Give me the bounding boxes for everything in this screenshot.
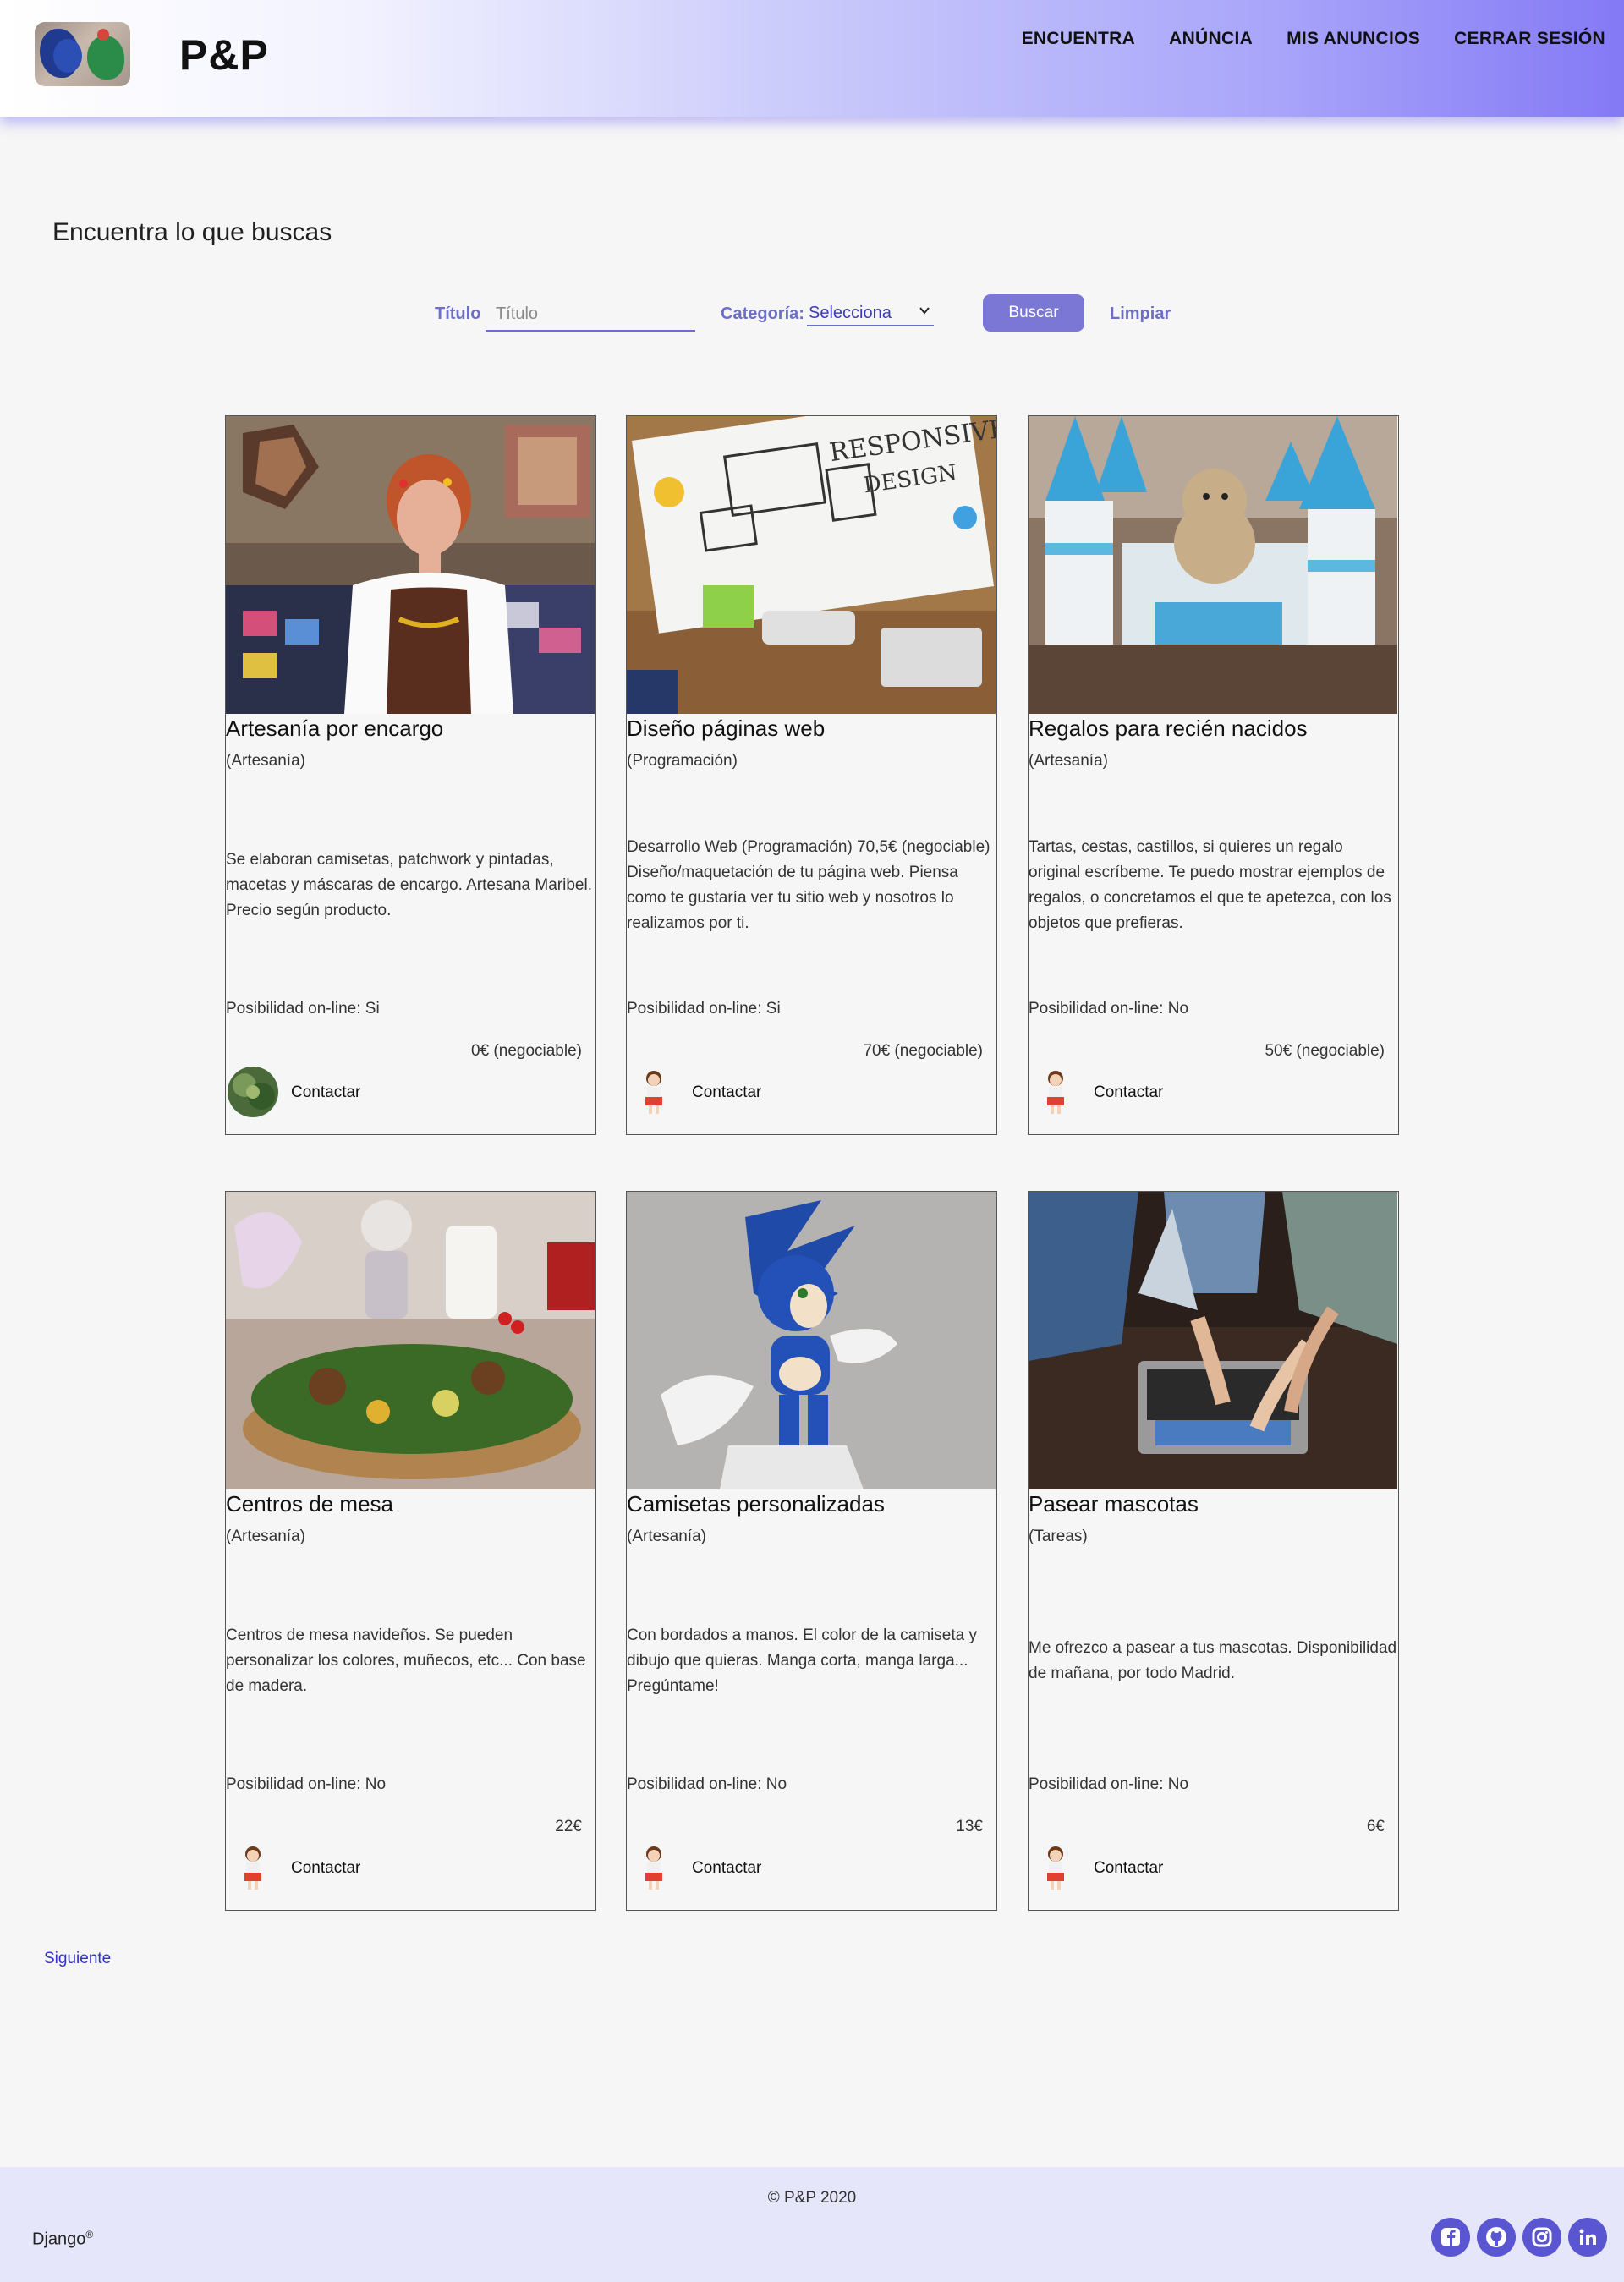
contact-button[interactable]: Contactar bbox=[1094, 1083, 1163, 1102]
ad-image-pasear-mascotas[interactable] bbox=[1029, 1192, 1397, 1489]
ad-online: Posibilidad on-line: No bbox=[1029, 1775, 1189, 1793]
ad-price: 22€ bbox=[555, 1818, 582, 1835]
ad-title[interactable]: Regalos para recién nacidos bbox=[1029, 716, 1308, 742]
ad-image-camisetas[interactable] bbox=[627, 1192, 996, 1489]
ad-title[interactable]: Pasear mascotas bbox=[1029, 1491, 1199, 1517]
ad-price: 6€ bbox=[1366, 1818, 1385, 1835]
django-label: Django bbox=[32, 2230, 86, 2249]
ad-description: Centros de mesa navideños. Se pueden per… bbox=[226, 1626, 586, 1695]
clear-button[interactable]: Limpiar bbox=[1110, 304, 1171, 324]
title-label: Título bbox=[435, 304, 481, 323]
github-icon[interactable] bbox=[1477, 2218, 1516, 2257]
top-header: P&P ENCUENTRA ANÚNCIA MIS ANUNCIOS CERRA… bbox=[0, 0, 1624, 117]
contact-button[interactable]: Contactar bbox=[692, 1083, 761, 1102]
instagram-icon[interactable] bbox=[1522, 2218, 1561, 2257]
nav-encuentra[interactable]: ENCUENTRA bbox=[1022, 29, 1136, 49]
ad-online: Posibilidad on-line: Si bbox=[226, 1000, 380, 1018]
page-title: Encuentra lo que buscas bbox=[52, 218, 332, 246]
brand-name[interactable]: P&P bbox=[179, 30, 269, 80]
user-avatar[interactable] bbox=[628, 1067, 679, 1117]
main-nav: ENCUENTRA ANÚNCIA MIS ANUNCIOS CERRAR SE… bbox=[1022, 29, 1605, 49]
social-links bbox=[1431, 2218, 1607, 2257]
ad-category: (Artesanía) bbox=[226, 1528, 305, 1545]
ad-card[interactable]: Centros de mesa (Artesanía) Centros de m… bbox=[225, 1191, 596, 1911]
ad-image-centros-mesa[interactable] bbox=[226, 1192, 595, 1489]
ad-title[interactable]: Camisetas personalizadas bbox=[627, 1491, 885, 1517]
ad-description: Desarrollo Web (Programación) 70,5€ (neg… bbox=[627, 838, 990, 932]
user-avatar[interactable] bbox=[1030, 1842, 1081, 1893]
ad-online: Posibilidad on-line: Si bbox=[627, 1000, 781, 1018]
pagination-next-link[interactable]: Siguiente bbox=[44, 1950, 111, 1968]
category-label: Categoría: bbox=[721, 304, 804, 323]
ad-online: Posibilidad on-line: No bbox=[627, 1775, 787, 1793]
ad-image-regalos[interactable] bbox=[1029, 416, 1397, 714]
registered-mark: ® bbox=[85, 2229, 94, 2241]
nav-mis-anuncios[interactable]: MIS ANUNCIOS bbox=[1287, 29, 1420, 49]
ad-category: (Artesanía) bbox=[627, 1528, 706, 1545]
ad-price: 0€ (negociable) bbox=[471, 1042, 582, 1060]
ad-card[interactable]: Regalos para recién nacidos (Artesanía) … bbox=[1028, 415, 1399, 1135]
ad-category: (Programación) bbox=[627, 752, 738, 770]
nav-cerrar-sesion[interactable]: CERRAR SESIÓN bbox=[1454, 29, 1605, 49]
ad-online: Posibilidad on-line: No bbox=[1029, 1000, 1189, 1018]
ad-title[interactable]: Artesanía por encargo bbox=[226, 716, 443, 742]
contact-button[interactable]: Contactar bbox=[291, 1083, 360, 1102]
facebook-icon[interactable] bbox=[1431, 2218, 1470, 2257]
contact-button[interactable]: Contactar bbox=[692, 1859, 761, 1878]
ad-card[interactable]: Pasear mascotas (Tareas) Me ofrezco a pa… bbox=[1028, 1191, 1399, 1911]
search-button[interactable]: Buscar bbox=[983, 294, 1084, 332]
ad-title[interactable]: Diseño páginas web bbox=[627, 716, 825, 742]
ad-title[interactable]: Centros de mesa bbox=[226, 1491, 393, 1517]
user-avatar[interactable] bbox=[228, 1067, 278, 1117]
category-select[interactable]: Selecciona bbox=[807, 301, 934, 326]
linkedin-icon[interactable] bbox=[1568, 2218, 1607, 2257]
ad-description: Con bordados a manos. El color de la cam… bbox=[627, 1626, 977, 1695]
ad-category: (Tareas) bbox=[1029, 1528, 1088, 1545]
ad-price: 13€ bbox=[956, 1818, 983, 1835]
ad-image-artesania[interactable] bbox=[226, 416, 595, 714]
category-selected-value: Selecciona bbox=[809, 303, 892, 322]
ad-card[interactable]: RESPONSIVE DESIGN Diseño páginas web (Pr… bbox=[626, 415, 997, 1135]
ad-image-diseno-web[interactable]: RESPONSIVE DESIGN bbox=[627, 416, 996, 714]
ad-category: (Artesanía) bbox=[226, 752, 305, 770]
ad-card[interactable]: Camisetas personalizadas (Artesanía) Con… bbox=[626, 1191, 997, 1911]
ad-price: 50€ (negociable) bbox=[1265, 1042, 1385, 1060]
user-avatar[interactable] bbox=[228, 1842, 278, 1893]
copyright-text: © P&P 2020 bbox=[767, 2189, 857, 2207]
logo-image[interactable] bbox=[35, 22, 130, 86]
nav-anuncia[interactable]: ANÚNCIA bbox=[1169, 29, 1253, 49]
footer: © P&P 2020 Django® bbox=[0, 2167, 1624, 2282]
ad-online: Posibilidad on-line: No bbox=[226, 1775, 387, 1793]
search-form: Título Categoría: Selecciona Buscar Limp… bbox=[435, 294, 1196, 333]
user-avatar[interactable] bbox=[1030, 1067, 1081, 1117]
ad-description: Tartas, cestas, castillos, si quieres un… bbox=[1029, 838, 1391, 932]
contact-button[interactable]: Contactar bbox=[291, 1859, 360, 1878]
user-avatar[interactable] bbox=[628, 1842, 679, 1893]
django-credit: Django® bbox=[32, 2229, 93, 2250]
title-input[interactable] bbox=[486, 298, 695, 332]
ad-description: Se elaboran camisetas, patchwork y pinta… bbox=[226, 851, 592, 919]
contact-button[interactable]: Contactar bbox=[1094, 1859, 1163, 1878]
ad-price: 70€ (negociable) bbox=[863, 1042, 983, 1060]
chevron-down-icon bbox=[919, 304, 930, 321]
ad-category: (Artesanía) bbox=[1029, 752, 1108, 770]
ad-description: Me ofrezco a pasear a tus mascotas. Disp… bbox=[1029, 1639, 1397, 1682]
ad-card[interactable]: Artesanía por encargo (Artesanía) Se ela… bbox=[225, 415, 596, 1135]
